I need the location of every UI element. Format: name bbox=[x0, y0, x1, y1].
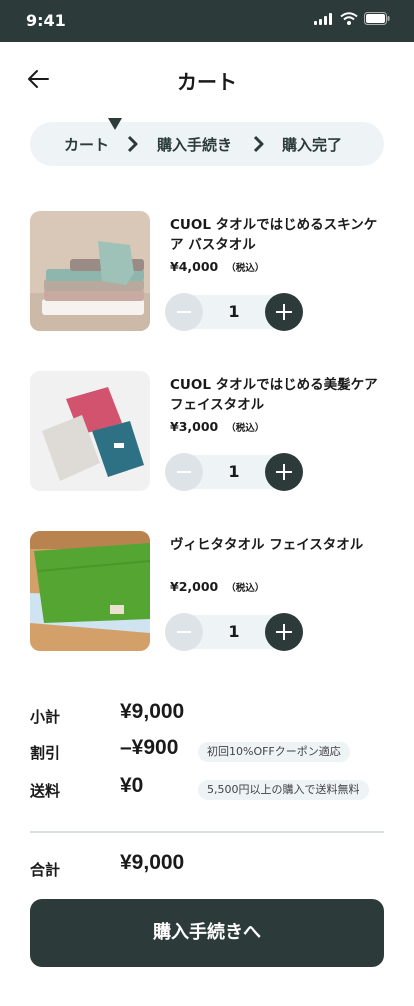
page-title: カート bbox=[177, 70, 237, 94]
total-value: ¥9,000 bbox=[120, 851, 185, 874]
current-step-marker bbox=[108, 118, 122, 130]
increase-quantity-button[interactable] bbox=[265, 453, 303, 491]
discount-label: 割引 bbox=[30, 744, 61, 762]
summary-divider bbox=[30, 831, 384, 833]
tax-label: （税込） bbox=[226, 583, 265, 594]
product-image[interactable] bbox=[30, 531, 150, 651]
price-value: ¥2,000 bbox=[170, 579, 219, 594]
subtotal-label: 小計 bbox=[30, 708, 61, 726]
shipping-row: 送料 ¥0 5,500円以上の購入で送料無料 bbox=[30, 774, 384, 806]
product-name[interactable]: ヴィヒタタオル フェイスタオル bbox=[170, 535, 384, 555]
discount-row: 割引 –¥900 初回10%OFFクーポン適応 bbox=[30, 736, 384, 768]
wifi-icon bbox=[340, 12, 358, 25]
total-row: 合計 ¥9,000 bbox=[30, 851, 384, 883]
coupon-badge: 初回10%OFFクーポン適応 bbox=[198, 742, 350, 762]
product-image[interactable] bbox=[30, 371, 150, 491]
checkout-stepper: カート 購入手続き 購入完了 bbox=[30, 118, 384, 166]
status-icons bbox=[314, 12, 390, 25]
tax-label: （税込） bbox=[226, 263, 265, 274]
cart-item: CUOL タオルではじめる美髪ケア フェイスタオル ¥3,000 （税込） 1 bbox=[30, 371, 384, 491]
increase-quantity-button[interactable] bbox=[265, 293, 303, 331]
tax-label: （税込） bbox=[226, 423, 265, 434]
shipping-value: ¥0 bbox=[120, 774, 144, 797]
discount-value: –¥900 bbox=[120, 736, 179, 759]
product-image[interactable] bbox=[30, 211, 150, 331]
cart-item: ヴィヒタタオル フェイスタオル ¥2,000 （税込） 1 bbox=[30, 531, 384, 651]
product-price: ¥2,000 （税込） bbox=[170, 579, 264, 594]
product-name[interactable]: CUOL タオルではじめるスキンケア バスタオル bbox=[170, 215, 384, 255]
quantity-value: 1 bbox=[228, 622, 240, 641]
increase-quantity-button[interactable] bbox=[265, 613, 303, 651]
chevron-right-icon bbox=[253, 135, 264, 153]
decrease-quantity-button[interactable] bbox=[165, 293, 203, 331]
decrease-quantity-button[interactable] bbox=[165, 453, 203, 491]
quantity-value: 1 bbox=[228, 462, 240, 481]
cart-item: CUOL タオルではじめるスキンケア バスタオル ¥4,000 （税込） 1 bbox=[30, 211, 384, 331]
signal-icon bbox=[314, 12, 332, 25]
product-name[interactable]: CUOL タオルではじめる美髪ケア フェイスタオル bbox=[170, 375, 384, 415]
quantity-stepper: 1 bbox=[165, 293, 303, 331]
subtotal-row: 小計 ¥9,000 bbox=[30, 700, 384, 732]
battery-icon bbox=[364, 12, 390, 25]
quantity-stepper: 1 bbox=[165, 613, 303, 651]
decrease-quantity-button[interactable] bbox=[165, 613, 203, 651]
price-value: ¥4,000 bbox=[170, 259, 219, 274]
product-price: ¥3,000 （税込） bbox=[170, 419, 264, 434]
step-purchase: 購入手続き bbox=[157, 136, 233, 154]
quantity-value: 1 bbox=[228, 302, 240, 321]
status-bar: 9:41 bbox=[0, 0, 414, 42]
checkout-button[interactable]: 購入手続きへ bbox=[30, 899, 384, 967]
step-cart: カート bbox=[64, 136, 110, 154]
app-header: カート bbox=[0, 42, 414, 114]
quantity-stepper: 1 bbox=[165, 453, 303, 491]
product-price: ¥4,000 （税込） bbox=[170, 259, 264, 274]
status-time: 9:41 bbox=[26, 11, 66, 30]
step-complete: 購入完了 bbox=[282, 136, 343, 154]
chevron-right-icon bbox=[127, 135, 138, 153]
free-shipping-badge: 5,500円以上の購入で送料無料 bbox=[198, 780, 369, 800]
total-label: 合計 bbox=[30, 861, 61, 879]
price-value: ¥3,000 bbox=[170, 419, 219, 434]
subtotal-value: ¥9,000 bbox=[120, 700, 185, 723]
shipping-label: 送料 bbox=[30, 782, 61, 800]
